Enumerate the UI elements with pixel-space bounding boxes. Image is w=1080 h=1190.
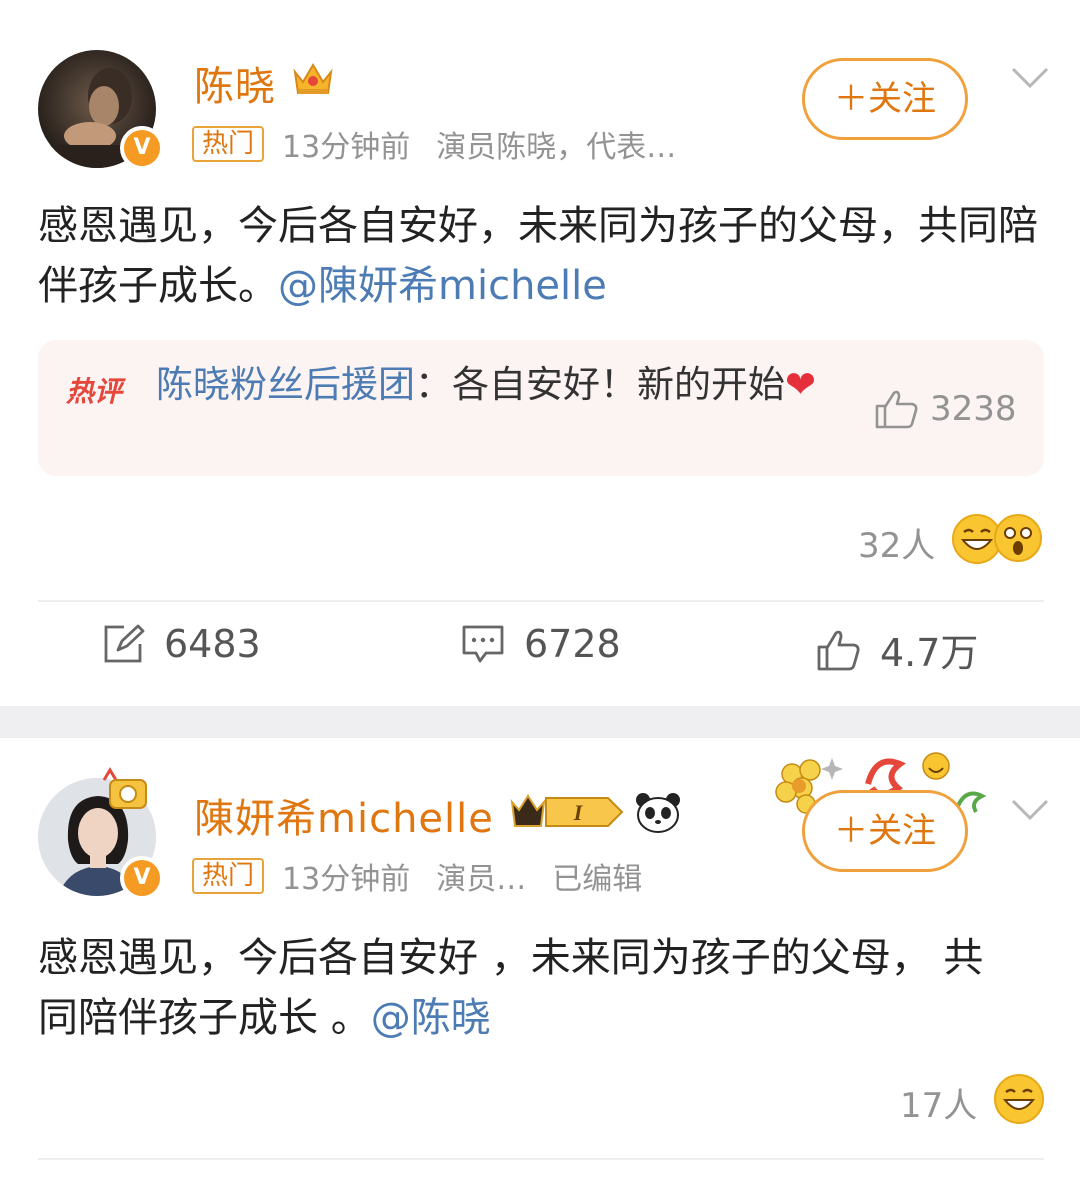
- edited-label: 已编辑: [552, 862, 643, 897]
- comment-icon: [462, 625, 504, 663]
- heart-emoji-icon: ❤: [785, 363, 817, 406]
- author-bio: 演员…: [436, 862, 527, 897]
- weibo-post-michelle: V 陳妍希michelle I 热门 13分钟前 演员… 已编辑 ＋关注 感恩遇…: [0, 738, 1080, 1190]
- post-meta: 热门 13分钟前 演员陈晓，代表…: [192, 122, 676, 166]
- surprised-emoji-icon[interactable]: [994, 514, 1042, 562]
- comment-count: 6728: [524, 622, 621, 666]
- thumbs-up-icon: [817, 630, 860, 670]
- thumbs-up-icon: [875, 390, 918, 429]
- hot-comment-text: 陈晓粉丝后援团：各自安好！新的开始❤: [156, 363, 817, 406]
- author-bio: 演员陈晓，代表…: [436, 130, 677, 165]
- author-name[interactable]: 陳妍希michelle: [194, 786, 494, 844]
- reaction-count[interactable]: 32人: [858, 518, 935, 567]
- hot-comment-author[interactable]: 陈晓粉丝后援团: [156, 363, 415, 406]
- post-time: 13分钟前: [282, 130, 411, 165]
- like-button[interactable]: 4.7万: [816, 622, 978, 677]
- repost-count: 6483: [164, 622, 261, 666]
- camera-decoration-icon: [102, 767, 147, 809]
- mention-link[interactable]: @陳妍希michelle: [278, 263, 607, 309]
- post-separator: [0, 706, 1080, 738]
- hot-comment-badge: 热评: [66, 375, 123, 408]
- verified-v-icon: V: [120, 126, 164, 170]
- hot-comment-card[interactable]: 热评 陈晓粉丝后援团：各自安好！新的开始❤ 3238: [38, 340, 1044, 476]
- divider: [38, 1158, 1044, 1160]
- comment-button[interactable]: 6728: [460, 622, 621, 666]
- post-content: 感恩遇见，今后各自安好，未来同为孩子的父母，共同陪伴孩子成长。@陳妍希miche…: [38, 196, 1048, 316]
- divider: [38, 600, 1044, 602]
- mention-link[interactable]: @陈晓: [371, 995, 491, 1041]
- action-bar: 6483 6728 4.7万: [0, 622, 1080, 692]
- level-badge-icon[interactable]: I: [508, 790, 626, 834]
- repost-button[interactable]: 6483: [102, 622, 261, 666]
- weibo-post-chenxiao: V 陈晓 热门 13分钟前 演员陈晓，代表… ＋关注 感恩遇见，今后各自安好，未…: [0, 0, 1080, 706]
- hot-comment-like[interactable]: 3238: [874, 388, 1017, 430]
- follow-button[interactable]: ＋关注: [802, 790, 968, 872]
- post-text: 感恩遇见，今后各自安好 ，未来同为孩子的父母， 共同陪伴孩子成长 。: [38, 935, 984, 1041]
- level-badge-text: I: [573, 800, 584, 825]
- like-count: 4.7万: [880, 631, 979, 675]
- author-name[interactable]: 陈晓: [194, 54, 276, 112]
- grin-emoji-icon[interactable]: [994, 1074, 1044, 1124]
- hot-comment-body: 各自安好！新的开始: [452, 363, 785, 406]
- follow-button[interactable]: ＋关注: [802, 58, 968, 140]
- chevron-down-icon[interactable]: [1010, 798, 1050, 822]
- hot-comment-like-count: 3238: [930, 389, 1017, 429]
- reaction-count[interactable]: 17人: [900, 1078, 977, 1127]
- hot-tag[interactable]: 热门: [192, 126, 265, 162]
- crown-icon[interactable]: [292, 60, 334, 98]
- post-time: 13分钟前: [282, 862, 411, 897]
- verified-v-icon: V: [120, 856, 164, 900]
- post-content: 感恩遇见，今后各自安好 ，未来同为孩子的父母， 共同陪伴孩子成长 。@陈晓: [38, 928, 998, 1048]
- panda-icon[interactable]: [634, 790, 682, 834]
- repost-icon: [104, 624, 145, 663]
- post-meta: 热门 13分钟前 演员… 已编辑: [192, 854, 642, 898]
- hot-tag[interactable]: 热门: [192, 858, 265, 894]
- chevron-down-icon[interactable]: [1010, 66, 1050, 90]
